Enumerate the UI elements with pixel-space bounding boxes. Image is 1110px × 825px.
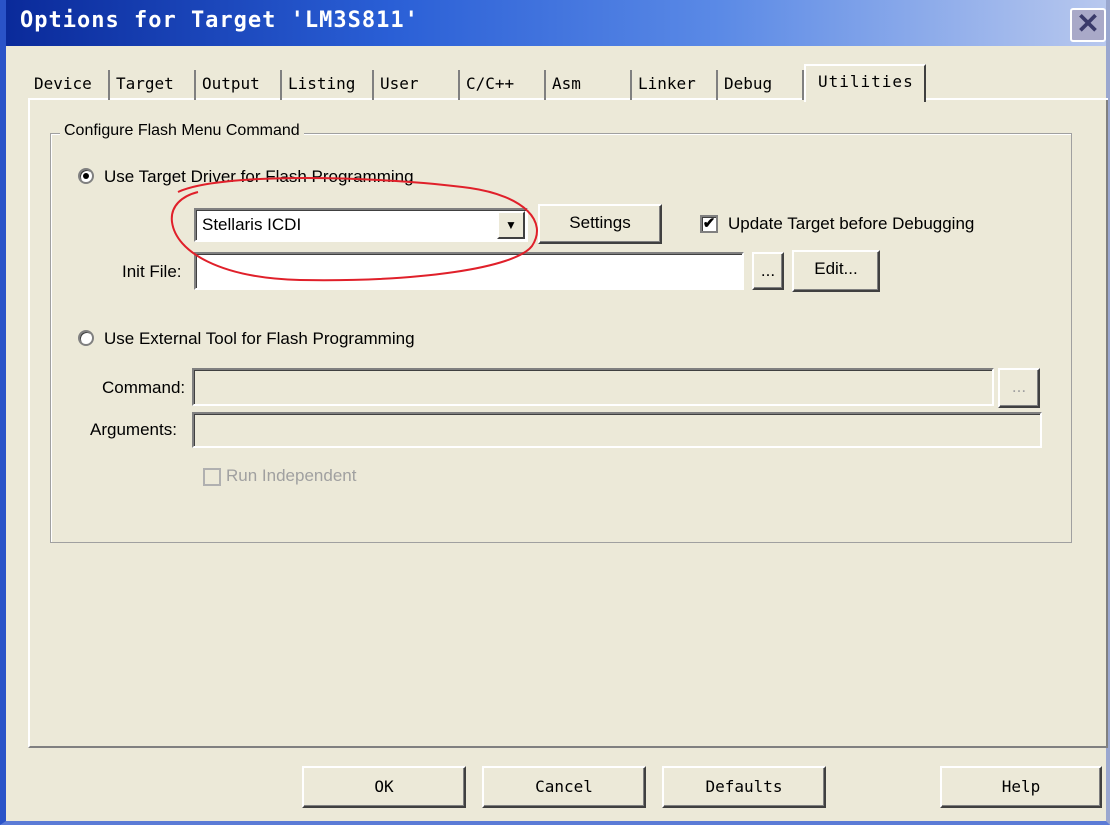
tab-c-cpp[interactable]: C/C++ — [460, 70, 546, 100]
update-target-checkbox[interactable]: ✔ — [700, 215, 718, 233]
init-file-input[interactable] — [194, 252, 744, 290]
tab-device[interactable]: Device — [28, 70, 110, 100]
run-independent-checkbox[interactable] — [203, 468, 221, 486]
close-button[interactable]: ✕ — [1070, 8, 1106, 42]
arguments-input[interactable] — [192, 412, 1042, 448]
defaults-button[interactable]: Defaults — [662, 766, 826, 808]
init-file-label: Init File: — [122, 262, 182, 281]
radio-selected-dot — [83, 173, 89, 179]
tab-asm[interactable]: Asm — [546, 70, 632, 100]
tab-strip: Device Target Output Listing User C/C++ … — [28, 64, 1108, 102]
use-external-tool-label[interactable]: Use External Tool for Flash Programming — [104, 329, 415, 349]
tab-target[interactable]: Target — [110, 70, 196, 100]
chevron-down-icon[interactable]: ▼ — [497, 211, 525, 239]
tab-output[interactable]: Output — [196, 70, 282, 100]
arguments-label: Arguments: — [90, 420, 177, 439]
use-target-driver-label[interactable]: Use Target Driver for Flash Programming — [104, 167, 414, 187]
tab-user[interactable]: User — [374, 70, 460, 100]
edit-button[interactable]: Edit... — [792, 250, 880, 292]
use-target-driver-radio[interactable] — [78, 168, 94, 184]
tab-listing[interactable]: Listing — [282, 70, 374, 100]
command-input[interactable] — [192, 368, 994, 406]
flash-group-title: Configure Flash Menu Command — [60, 122, 304, 140]
flash-driver-select[interactable]: Stellaris ICDI ▼ — [194, 208, 528, 242]
run-independent-label[interactable]: Run Independent — [226, 466, 356, 486]
flash-driver-value: Stellaris ICDI — [202, 215, 302, 234]
tab-utilities[interactable]: Utilities — [804, 64, 926, 102]
tab-linker[interactable]: Linker — [632, 70, 718, 100]
settings-button[interactable]: Settings — [538, 204, 662, 244]
update-target-label[interactable]: Update Target before Debugging — [728, 214, 974, 234]
title-bar[interactable]: Options for Target 'LM3S811' ✕ — [6, 0, 1106, 46]
help-button[interactable]: Help — [940, 766, 1102, 808]
use-external-tool-radio[interactable] — [78, 330, 94, 346]
init-file-browse-button[interactable]: ... — [752, 252, 784, 290]
ok-button[interactable]: OK — [302, 766, 466, 808]
close-icon: ✕ — [1076, 8, 1100, 39]
window-title: Options for Target 'LM3S811' — [20, 8, 419, 33]
cancel-button[interactable]: Cancel — [482, 766, 646, 808]
command-browse-button[interactable]: ... — [998, 368, 1040, 408]
tab-debug[interactable]: Debug — [718, 70, 804, 100]
command-label: Command: — [102, 378, 186, 397]
